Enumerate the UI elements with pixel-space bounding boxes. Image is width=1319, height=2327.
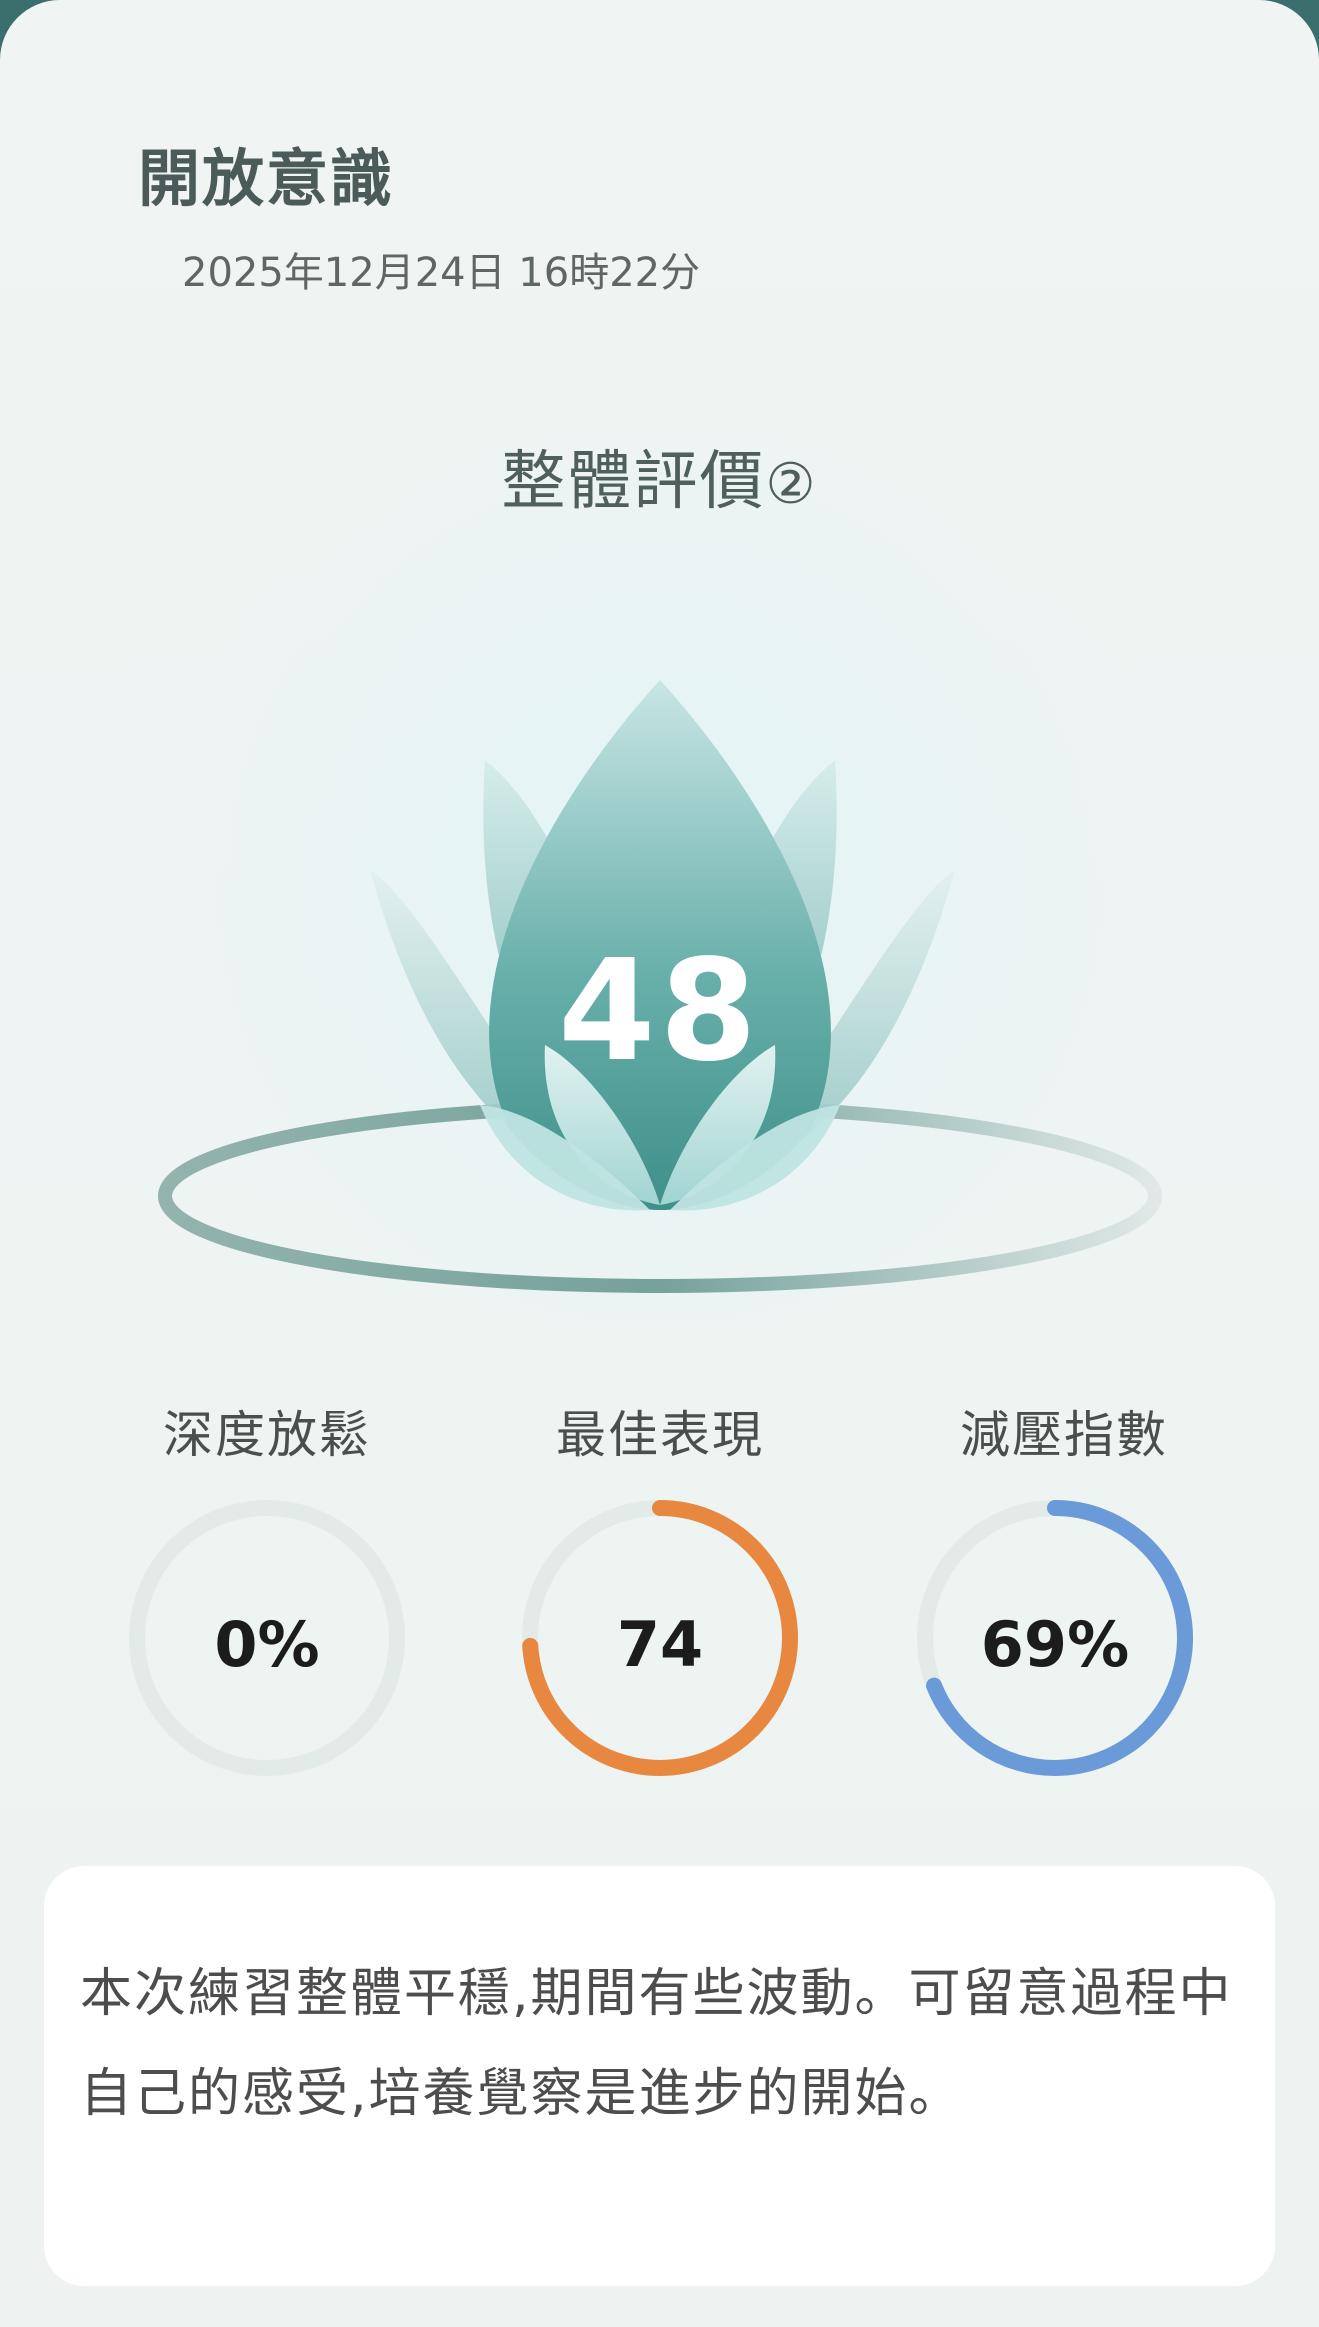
result-card: 開放意識 2025年12月24日 16時22分 整體評價② 48 深度放鬆 0%… <box>0 0 1319 2327</box>
metric-label-best-performance: 最佳表現 <box>556 1406 764 1464</box>
comment-text: 本次練習整體平穩,期間有些波動。可留意過程中自己的感受,培養覺察是進步的開始。 <box>80 1964 1233 2124</box>
metric-label-deep-relaxation: 深度放鬆 <box>163 1406 371 1464</box>
lotus-icon <box>158 680 1162 1293</box>
deep-relaxation-value: 0% <box>214 1608 320 1681</box>
comment-card: 本次練習整體平穩,期間有些波動。可留意過程中自己的感受,培養覺察是進步的開始。 <box>44 1866 1275 2286</box>
overall-score: 48 <box>558 930 761 1093</box>
stress-index-value: 69% <box>980 1608 1130 1681</box>
metric-label-stress-index: 減壓指數 <box>960 1406 1168 1464</box>
best-performance-value: 74 <box>616 1608 704 1681</box>
